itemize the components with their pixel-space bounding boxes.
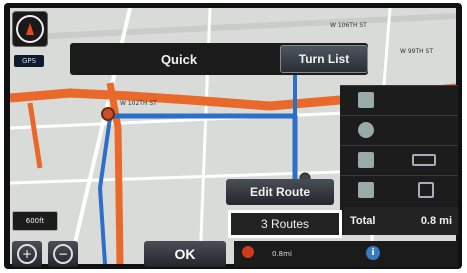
zoom-in-button[interactable]: + [12,241,42,267]
route-option-row[interactable] [340,85,458,113]
edit-route-button[interactable]: Edit Route [226,179,334,205]
three-routes-button[interactable]: 3 Routes [228,210,342,238]
total-label: Total [350,215,376,227]
street-label: W 106TH ST [330,22,367,29]
total-distance: Total 0.8 mi [344,207,458,235]
distance-readout: 0.8mi [272,250,292,258]
screen-frame: W 106TH ST W 102TH ST W 99TH ST GPS Quic… [4,3,462,269]
route-option-row[interactable] [340,115,458,143]
total-value: 0.8 mi [420,215,452,227]
ok-button[interactable]: OK [144,241,226,267]
road-icon [358,92,374,108]
turn-list-button[interactable]: Turn List [280,45,368,73]
bottom-status-bar [234,241,458,267]
car-icon [412,154,436,166]
destination-flag-icon [242,246,254,258]
compass-button[interactable] [12,11,48,47]
zoom-out-icon: − [53,244,73,264]
street-label: W 102TH ST [120,100,157,107]
road-icon [358,182,374,198]
zoom-in-icon: + [17,244,37,264]
shield-icon [358,122,374,138]
quick-button[interactable]: Quick [84,43,274,75]
destination-flag-icon [101,107,115,121]
road-icon [358,152,374,168]
fuel-icon [418,182,434,198]
street-label: W 99TH ST [400,48,434,55]
gps-indicator: GPS [14,55,44,67]
compass-icon [16,15,44,43]
info-icon[interactable]: i [366,246,380,260]
route-option-row[interactable] [340,145,458,173]
map-scale: 600ft [12,211,58,231]
zoom-out-button[interactable]: − [48,241,78,267]
route-option-row[interactable] [340,175,458,203]
